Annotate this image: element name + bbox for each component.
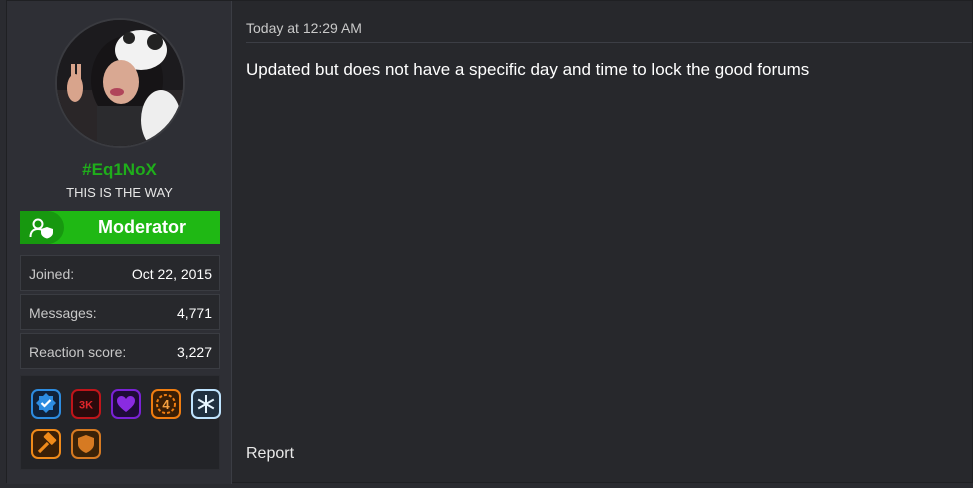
forum-post: #Eq1NoX THIS IS THE WAY Moderator Joined… (6, 0, 973, 484)
verified-check-badge-icon[interactable] (31, 389, 61, 419)
snowflake-badge-icon[interactable] (191, 389, 221, 419)
report-link[interactable]: Report (246, 445, 294, 463)
number-4-badge-icon[interactable]: 4 (151, 389, 181, 419)
user-avatar[interactable] (55, 18, 185, 148)
stat-label: Reaction score: (29, 344, 127, 360)
3k-badge-icon[interactable]: 3K (71, 389, 101, 419)
post-timestamp[interactable]: Today at 12:29 AM (246, 20, 362, 36)
trophy-list: 3K 4 (20, 375, 221, 470)
post-user-panel: #Eq1NoX THIS IS THE WAY Moderator Joined… (7, 1, 232, 484)
stat-reaction-score: Reaction score: 3,227 (20, 333, 220, 369)
shield-badge-icon[interactable] (71, 429, 101, 459)
username[interactable]: #Eq1NoX (7, 160, 232, 180)
hammer-badge-icon[interactable] (31, 429, 61, 459)
post-content: Today at 12:29 AM Updated but does not h… (233, 1, 972, 482)
trophy-text: 3K (79, 400, 93, 412)
post-message: Updated but does not have a specific day… (246, 60, 810, 79)
stat-label: Joined: (29, 266, 75, 282)
stat-joined: Joined: Oct 22, 2015 (20, 255, 220, 291)
stat-value: Oct 22, 2015 (131, 266, 212, 282)
avatar-photo-icon (57, 20, 183, 146)
stat-label: Messages: (29, 305, 97, 321)
post-divider (246, 42, 972, 43)
trophy-text: 4 (162, 397, 170, 412)
stat-value[interactable]: 4,771 (177, 305, 212, 321)
heart-badge-icon[interactable] (111, 389, 141, 419)
user-title: THIS IS THE WAY (66, 185, 173, 200)
stat-value: 3,227 (176, 344, 212, 360)
role-label: Moderator (97, 217, 186, 237)
role-banner: Moderator (20, 211, 220, 244)
stat-messages: Messages: 4,771 (20, 294, 220, 330)
moderator-shield-user-icon (20, 211, 64, 244)
